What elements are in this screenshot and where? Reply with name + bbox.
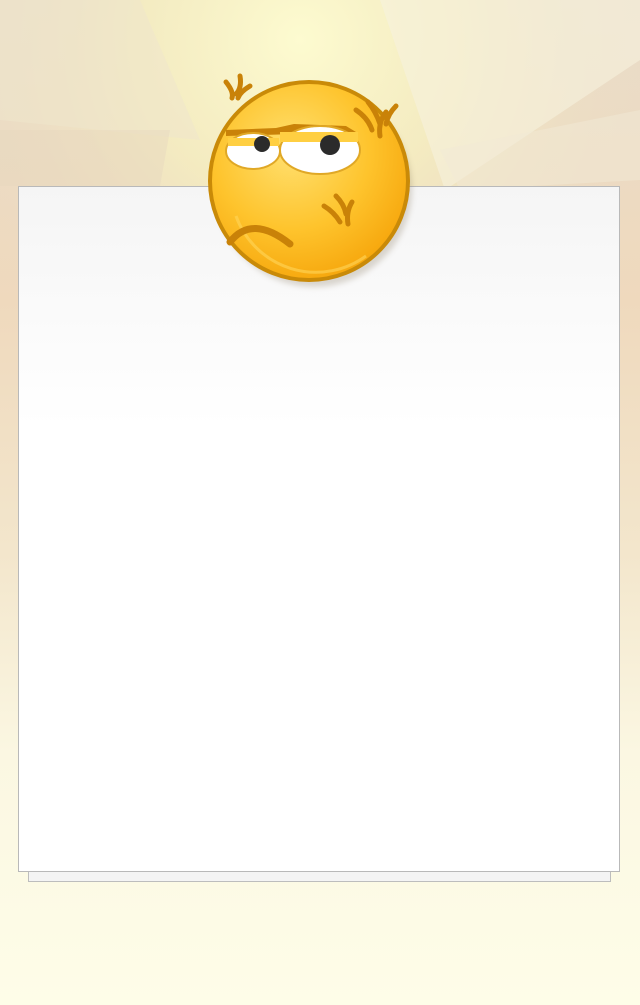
angry-emoji-icon: [208, 73, 412, 287]
page-background: [0, 0, 640, 1005]
